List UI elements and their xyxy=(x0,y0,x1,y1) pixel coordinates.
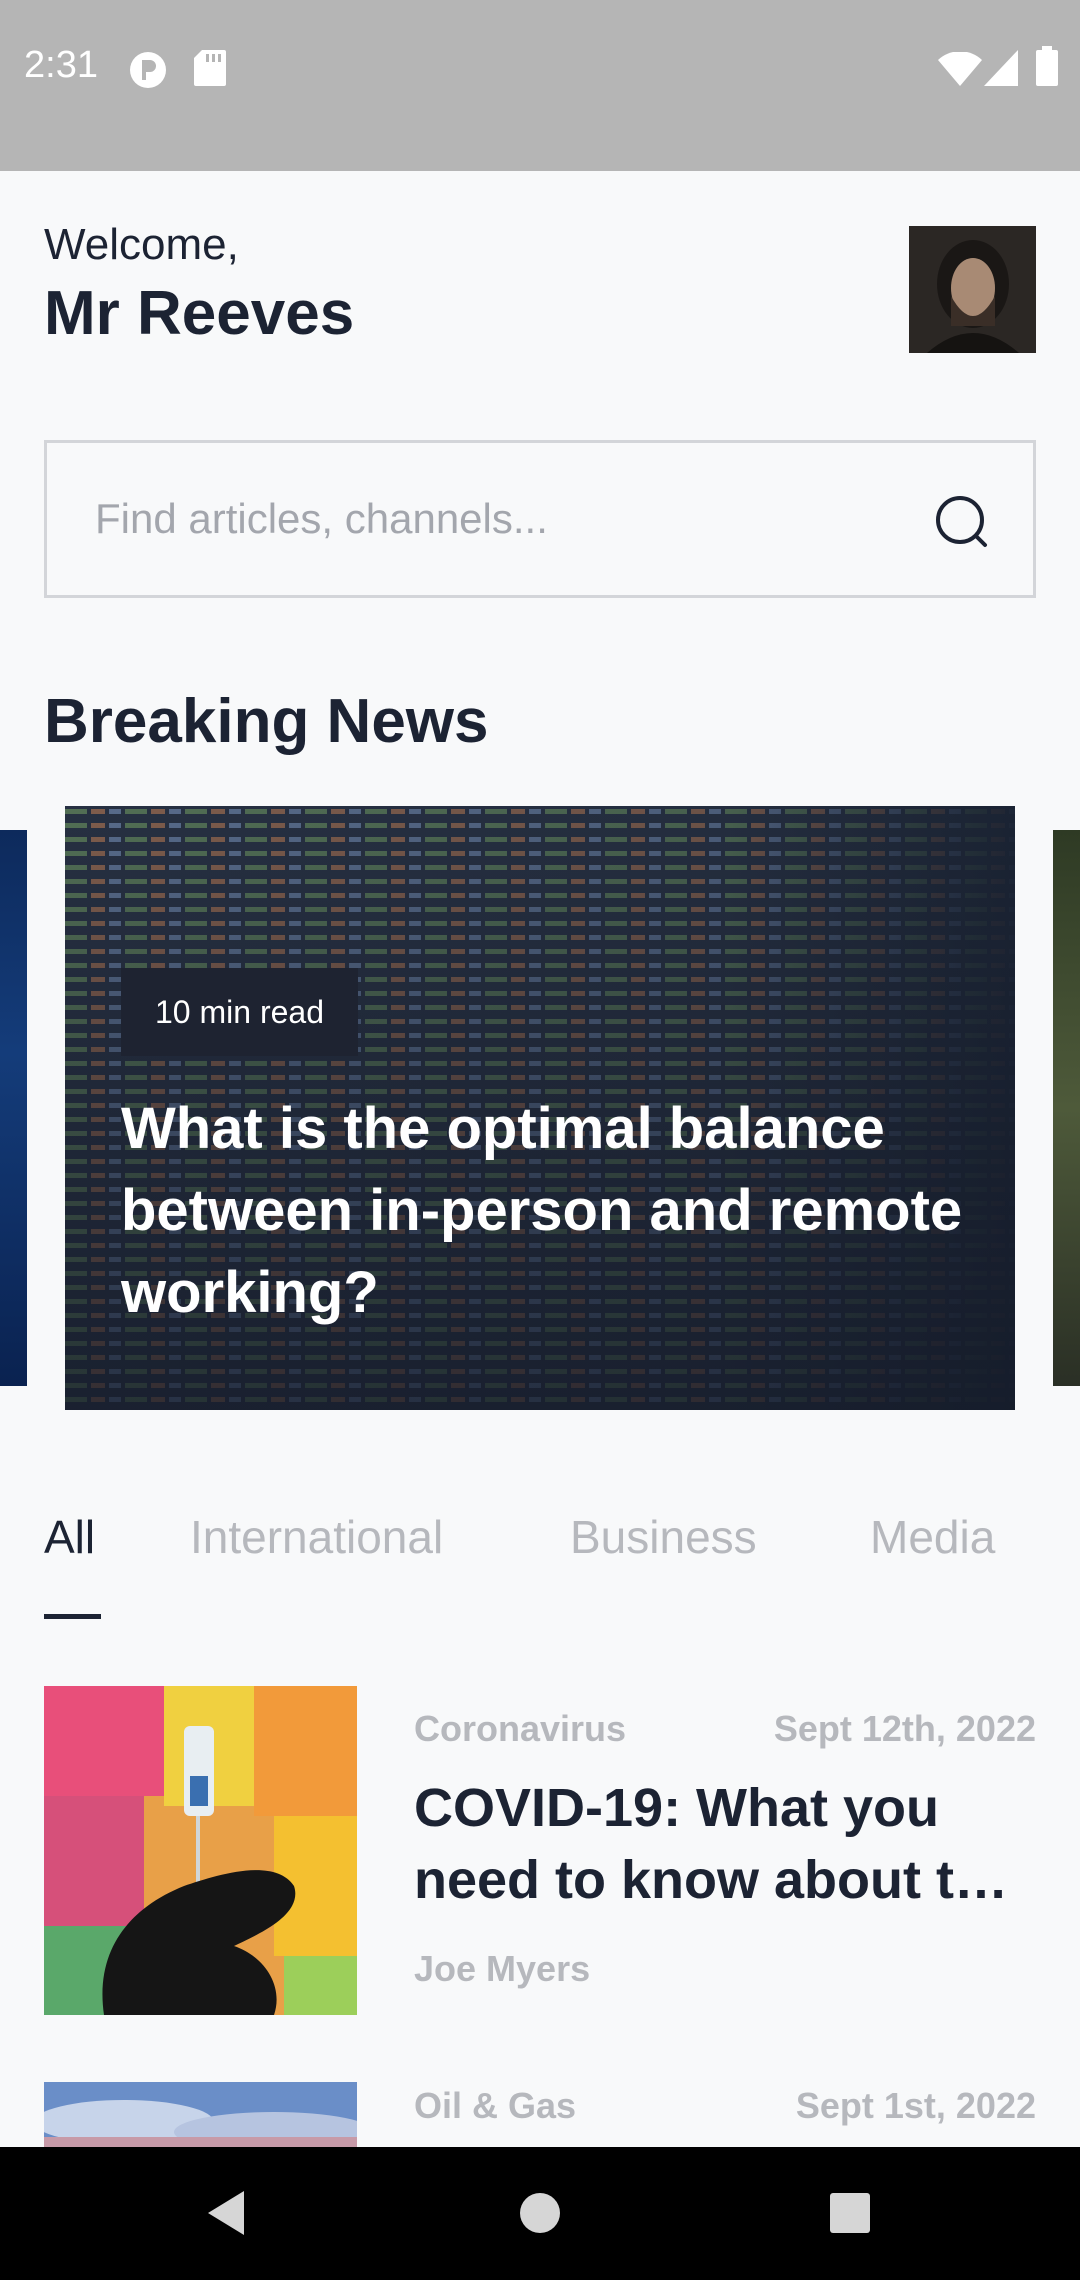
system-nav-bar xyxy=(0,2147,1080,2280)
article-title: COVID-19: What you need to know about th… xyxy=(414,1778,1036,1910)
read-time-badge: 10 min read xyxy=(121,968,358,1056)
article-author: Joe Myers xyxy=(414,1948,591,1989)
cellular-signal-icon xyxy=(984,50,1018,86)
article-date: Sept 1st, 2022 xyxy=(795,2085,1036,2126)
recents-icon[interactable] xyxy=(820,2183,880,2243)
article-category: Coronavirus xyxy=(414,1708,627,1749)
avatar[interactable] xyxy=(909,226,1036,353)
article-category: Oil & Gas xyxy=(414,2085,577,2126)
back-icon[interactable] xyxy=(196,2183,256,2243)
active-tab-indicator xyxy=(44,1614,101,1619)
search-input[interactable] xyxy=(95,483,895,555)
featured-news-card[interactable]: 10 min read What is the optimal balance … xyxy=(65,806,1015,1410)
welcome-label: Welcome, xyxy=(44,220,239,269)
battery-icon xyxy=(1036,46,1058,86)
list-item[interactable]: Coronavirus Sept 12th, 2022 COVID-19: Wh… xyxy=(44,1686,1036,2015)
search-box[interactable] xyxy=(44,440,1036,598)
tab-media[interactable]: Media xyxy=(870,1510,995,1564)
tab-all[interactable]: All xyxy=(44,1510,95,1564)
tab-business[interactable]: Business xyxy=(570,1510,757,1564)
notification-app-icon xyxy=(130,52,166,88)
wifi-icon xyxy=(938,52,982,86)
next-card-peek[interactable] xyxy=(1053,830,1080,1386)
featured-title: What is the optimal balance between in-p… xyxy=(121,1096,963,1325)
article-date: Sept 12th, 2022 xyxy=(773,1708,1036,1749)
status-time: 2:31 xyxy=(24,44,98,86)
status-bar: 2:31 xyxy=(0,0,1080,171)
article-thumbnail xyxy=(44,2082,357,2147)
search-icon[interactable] xyxy=(933,493,993,553)
sd-card-icon xyxy=(194,50,226,86)
home-icon[interactable] xyxy=(510,2183,570,2243)
breaking-news-title: Breaking News xyxy=(44,687,489,756)
user-name: Mr Reeves xyxy=(44,279,355,348)
list-item[interactable]: Oil & Gas Sept 1st, 2022 xyxy=(44,2082,1036,2147)
article-thumbnail xyxy=(44,1686,357,2015)
previous-card-peek[interactable] xyxy=(0,830,27,1386)
tab-international[interactable]: International xyxy=(190,1510,443,1564)
